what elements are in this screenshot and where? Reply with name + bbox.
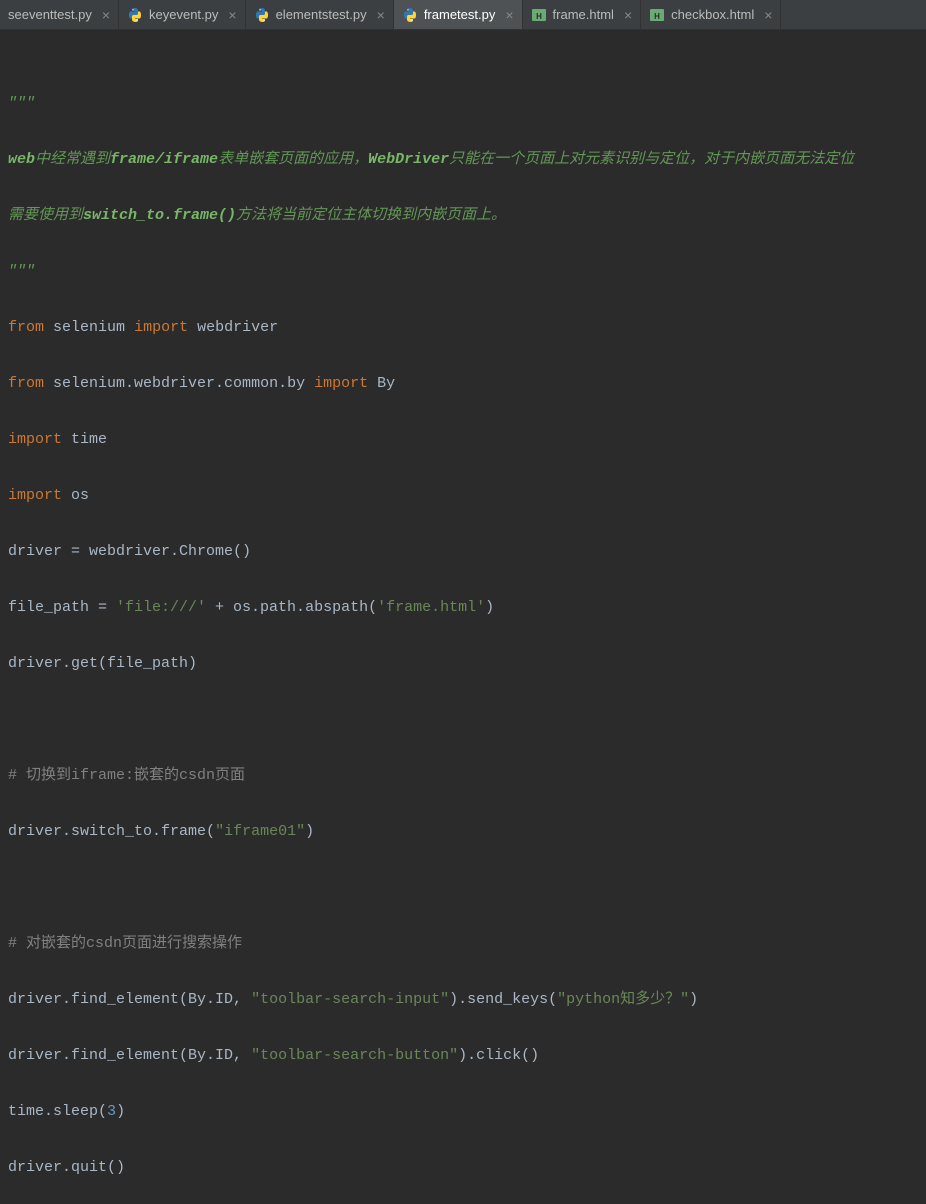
close-icon[interactable]: ×: [377, 8, 385, 22]
num: 3: [107, 1103, 116, 1120]
code-text: (): [107, 1159, 125, 1176]
code-content: """ web中经常遇到frame/iframe表单嵌套页面的应用，WebDri…: [8, 62, 926, 1204]
tab-seeventtest[interactable]: seeventtest.py ×: [0, 0, 119, 29]
tab-label: frametest.py: [424, 7, 496, 22]
mod: selenium: [53, 319, 125, 336]
tab-bar: seeventtest.py × keyevent.py × elementst…: [0, 0, 926, 30]
code-text: ).: [449, 991, 467, 1008]
str: "python知多少？": [557, 991, 689, 1008]
code-text: [188, 319, 197, 336]
kw-from: from: [8, 375, 44, 392]
fn: find_element: [71, 991, 179, 1008]
tab-frametest[interactable]: frametest.py ×: [394, 0, 523, 29]
fn: click: [476, 1047, 521, 1064]
svg-text:H: H: [536, 12, 542, 21]
python-icon: [402, 7, 418, 23]
close-icon[interactable]: ×: [102, 8, 110, 22]
code-text: (By.ID,: [179, 991, 251, 1008]
fn: send_keys: [467, 991, 548, 1008]
tab-label: keyevent.py: [149, 7, 218, 22]
python-icon: [254, 7, 270, 23]
code-text: ): [305, 823, 314, 840]
doc-text: WebDriver: [368, 151, 449, 168]
doc-text: web: [8, 151, 35, 168]
doc-text: 需要使用到: [8, 207, 83, 224]
code-text: [305, 375, 314, 392]
fn: sleep: [53, 1103, 98, 1120]
fn: get: [71, 655, 98, 672]
code-text: (file_path): [98, 655, 197, 672]
code-text: (): [521, 1047, 539, 1064]
close-icon[interactable]: ×: [624, 8, 632, 22]
code-text: (): [233, 543, 251, 560]
close-icon[interactable]: ×: [228, 8, 236, 22]
tab-label: checkbox.html: [671, 7, 754, 22]
comment: # 对嵌套的csdn页面进行搜索操作: [8, 935, 242, 952]
code-text: driver.: [8, 655, 71, 672]
fn: frame: [161, 823, 206, 840]
str: "toolbar-search-input": [251, 991, 449, 1008]
tab-frame-html[interactable]: H frame.html ×: [523, 0, 642, 29]
html-icon: H: [531, 7, 547, 23]
code-text: ): [689, 991, 698, 1008]
kw-import: import: [314, 375, 368, 392]
tab-label: frame.html: [553, 7, 614, 22]
comment: # 切换到iframe:嵌套的csdn页面: [8, 767, 245, 784]
code-text: time.: [8, 1103, 53, 1120]
code-text: [44, 319, 53, 336]
code-editor[interactable]: """ web中经常遇到frame/iframe表单嵌套页面的应用，WebDri…: [0, 30, 926, 1204]
doc-text: 方法将当前定位主体切换到内嵌页面上。: [236, 207, 506, 224]
code-text: [368, 375, 377, 392]
code-text: ).: [458, 1047, 476, 1064]
str: "iframe01": [215, 823, 305, 840]
doc-text: 表单嵌套页面的应用，: [218, 151, 368, 168]
cls: By: [377, 375, 395, 392]
mod: os: [71, 487, 89, 504]
fn: find_element: [71, 1047, 179, 1064]
kw-import: import: [134, 319, 188, 336]
doc-text: switch_to.frame(): [83, 207, 236, 224]
code-text: (By.ID,: [179, 1047, 251, 1064]
mod: selenium.webdriver.common.by: [53, 375, 305, 392]
close-icon[interactable]: ×: [764, 8, 772, 22]
tab-label: seeventtest.py: [8, 7, 92, 22]
kw-from: from: [8, 319, 44, 336]
doc-text: 中经常遇到: [35, 151, 110, 168]
code-text: (: [98, 1103, 107, 1120]
kw-import: import: [8, 431, 62, 448]
code-text: driver.switch_to.: [8, 823, 161, 840]
code-text: [44, 375, 53, 392]
python-icon: [127, 7, 143, 23]
code-text: driver.: [8, 991, 71, 1008]
code-text: ): [116, 1103, 125, 1120]
mod: webdriver: [197, 319, 278, 336]
html-icon: H: [649, 7, 665, 23]
tab-label: elementstest.py: [276, 7, 367, 22]
tab-elementstest[interactable]: elementstest.py ×: [246, 0, 394, 29]
code-text: [62, 431, 71, 448]
fn: quit: [71, 1159, 107, 1176]
docstring-open: """: [8, 95, 35, 112]
fn: Chrome: [179, 543, 233, 560]
code-text: driver = webdriver.: [8, 543, 179, 560]
svg-text:H: H: [654, 12, 660, 21]
str: "toolbar-search-button": [251, 1047, 458, 1064]
kw-import: import: [8, 487, 62, 504]
tab-checkbox-html[interactable]: H checkbox.html ×: [641, 0, 781, 29]
doc-text: 只能在一个页面上对元素识别与定位，对于内嵌页面无法定位: [449, 151, 854, 168]
code-text: [62, 487, 71, 504]
doc-text: frame/iframe: [110, 151, 218, 168]
code-text: (: [206, 823, 215, 840]
tab-keyevent[interactable]: keyevent.py ×: [119, 0, 246, 29]
close-icon[interactable]: ×: [505, 8, 513, 22]
docstring-close: """: [8, 263, 35, 280]
code-text: [125, 319, 134, 336]
mod: time: [71, 431, 107, 448]
code-text: driver.: [8, 1159, 71, 1176]
code-text: (: [548, 991, 557, 1008]
code-text: driver.: [8, 1047, 71, 1064]
